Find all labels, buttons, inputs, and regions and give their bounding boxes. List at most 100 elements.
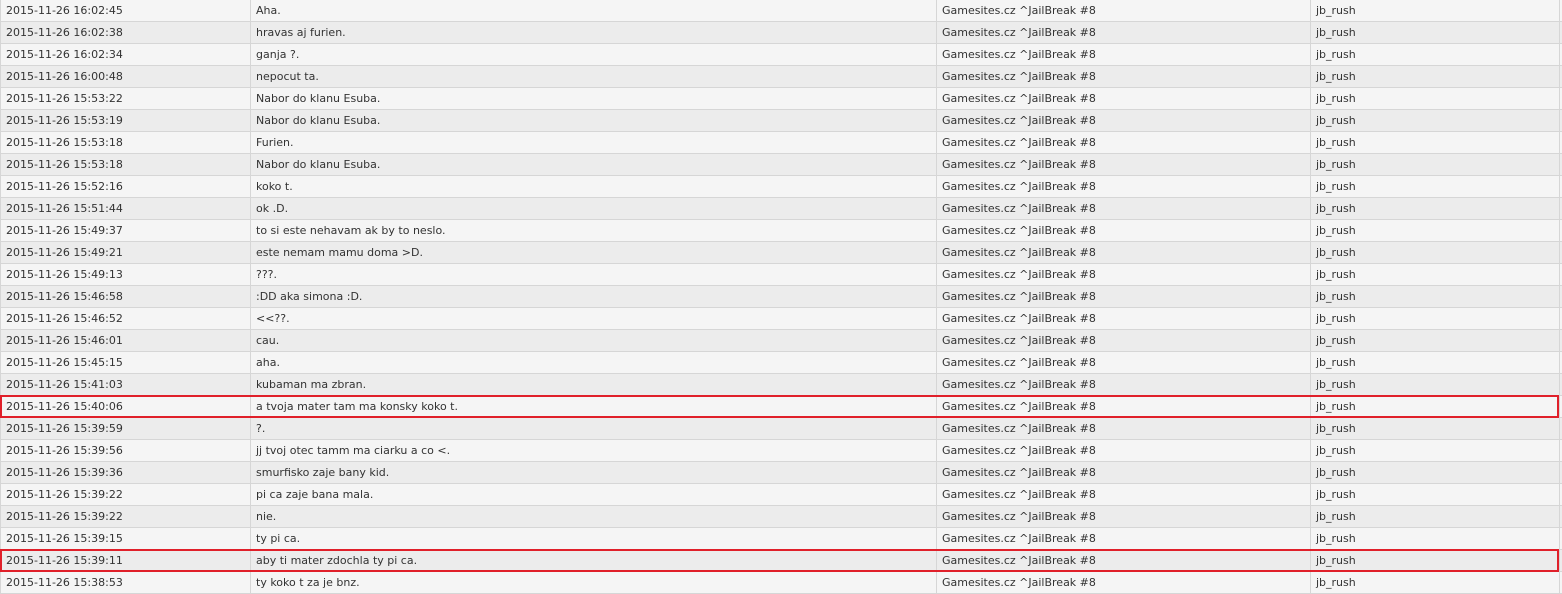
table-row: 2015-11-26 15:51:44 ok .D. Gamesites.cz ^J… bbox=[0, 198, 1562, 220]
table-row: 2015-11-26 15:39:15 ty pi ca. Gamesites.cz… bbox=[0, 528, 1562, 550]
message-cell: Aha. bbox=[250, 0, 936, 21]
timestamp-cell: 2015-11-26 15:51:44 bbox=[0, 198, 250, 219]
map-cell: jb_rush bbox=[1310, 484, 1560, 505]
map-cell: jb_rush bbox=[1310, 550, 1560, 571]
map-cell: jb_rush bbox=[1310, 286, 1560, 307]
table-row: 2015-11-26 15:53:19 Nabor do klanu Esuba.… bbox=[0, 110, 1562, 132]
map-cell: jb_rush bbox=[1310, 418, 1560, 439]
table-row: 2015-11-26 15:41:03 kubaman ma zbran. Game… bbox=[0, 374, 1562, 396]
server-cell: Gamesites.cz ^JailBreak #8 bbox=[936, 44, 1310, 65]
table-row: 2015-11-26 15:39:22 pi ca zaje bana mala.… bbox=[0, 484, 1562, 506]
map-cell: jb_rush bbox=[1310, 528, 1560, 549]
map-cell: jb_rush bbox=[1310, 66, 1560, 87]
message-cell: Furien. bbox=[250, 132, 936, 153]
message-cell: smurfisko zaje bany kid. bbox=[250, 462, 936, 483]
map-cell: jb_rush bbox=[1310, 440, 1560, 461]
map-cell: jb_rush bbox=[1310, 110, 1560, 131]
table-row: 2015-11-26 15:39:56 jj tvoj otec tamm ma … bbox=[0, 440, 1562, 462]
map-cell: jb_rush bbox=[1310, 352, 1560, 373]
server-cell: Gamesites.cz ^JailBreak #8 bbox=[936, 22, 1310, 43]
timestamp-cell: 2015-11-26 15:49:21 bbox=[0, 242, 250, 263]
message-cell: aby ti mater zdochla ty pi ca. bbox=[250, 550, 936, 571]
table-row: 2015-11-26 15:39:22 nie. Gamesites.cz ^Jai… bbox=[0, 506, 1562, 528]
server-cell: Gamesites.cz ^JailBreak #8 bbox=[936, 286, 1310, 307]
message-cell: ganja ?. bbox=[250, 44, 936, 65]
chat-log-table: 2015-11-26 16:02:45 Aha. Gamesites.cz ^Jai… bbox=[0, 0, 1562, 594]
server-cell: Gamesites.cz ^JailBreak #8 bbox=[936, 506, 1310, 527]
timestamp-cell: 2015-11-26 16:02:38 bbox=[0, 22, 250, 43]
server-cell: Gamesites.cz ^JailBreak #8 bbox=[936, 242, 1310, 263]
timestamp-cell: 2015-11-26 15:53:18 bbox=[0, 154, 250, 175]
map-cell: jb_rush bbox=[1310, 220, 1560, 241]
timestamp-cell: 2015-11-26 16:00:48 bbox=[0, 66, 250, 87]
timestamp-cell: 2015-11-26 16:02:45 bbox=[0, 0, 250, 21]
table-row: 2015-11-26 15:53:18 Nabor do klanu Esuba.… bbox=[0, 154, 1562, 176]
server-cell: Gamesites.cz ^JailBreak #8 bbox=[936, 528, 1310, 549]
table-row: 2015-11-26 15:53:22 Nabor do klanu Esuba.… bbox=[0, 88, 1562, 110]
server-cell: Gamesites.cz ^JailBreak #8 bbox=[936, 374, 1310, 395]
map-cell: jb_rush bbox=[1310, 330, 1560, 351]
timestamp-cell: 2015-11-26 15:39:56 bbox=[0, 440, 250, 461]
message-cell: Nabor do klanu Esuba. bbox=[250, 110, 936, 131]
message-cell: ???. bbox=[250, 264, 936, 285]
message-cell: nie. bbox=[250, 506, 936, 527]
message-cell: <<??. bbox=[250, 308, 936, 329]
message-cell: aha. bbox=[250, 352, 936, 373]
table-row-highlighted: 2015-11-26 15:40:06 a tvoja mater tam ma … bbox=[0, 395, 1562, 418]
message-cell: este nemam mamu doma >D. bbox=[250, 242, 936, 263]
table-row: 2015-11-26 15:39:36 smurfisko zaje bany k… bbox=[0, 462, 1562, 484]
map-cell: jb_rush bbox=[1310, 506, 1560, 527]
message-cell: to si este nehavam ak by to neslo. bbox=[250, 220, 936, 241]
server-cell: Gamesites.cz ^JailBreak #8 bbox=[936, 308, 1310, 329]
server-cell: Gamesites.cz ^JailBreak #8 bbox=[936, 176, 1310, 197]
timestamp-cell: 2015-11-26 15:39:36 bbox=[0, 462, 250, 483]
message-cell: :DD aka simona :D. bbox=[250, 286, 936, 307]
map-cell: jb_rush bbox=[1310, 154, 1560, 175]
timestamp-cell: 2015-11-26 15:39:59 bbox=[0, 418, 250, 439]
timestamp-cell: 2015-11-26 15:39:15 bbox=[0, 528, 250, 549]
timestamp-cell: 2015-11-26 16:02:34 bbox=[0, 44, 250, 65]
server-cell: Gamesites.cz ^JailBreak #8 bbox=[936, 220, 1310, 241]
server-cell: Gamesites.cz ^JailBreak #8 bbox=[936, 462, 1310, 483]
message-cell: cau. bbox=[250, 330, 936, 351]
table-row: 2015-11-26 15:49:13???. Gamesites.cz ^Jai… bbox=[0, 264, 1562, 286]
table-row: 2015-11-26 15:49:37 to si este nehavam ak… bbox=[0, 220, 1562, 242]
timestamp-cell: 2015-11-26 15:45:15 bbox=[0, 352, 250, 373]
table-row: 2015-11-26 16:02:45 Aha. Gamesites.cz ^Jai… bbox=[0, 0, 1562, 22]
map-cell: jb_rush bbox=[1310, 0, 1560, 21]
table-row: 2015-11-26 15:46:01 cau. Gamesites.cz ^Jai… bbox=[0, 330, 1562, 352]
map-cell: jb_rush bbox=[1310, 176, 1560, 197]
map-cell: jb_rush bbox=[1310, 462, 1560, 483]
timestamp-cell: 2015-11-26 15:39:22 bbox=[0, 484, 250, 505]
message-cell: ty pi ca. bbox=[250, 528, 936, 549]
map-cell: jb_rush bbox=[1310, 308, 1560, 329]
message-cell: koko t. bbox=[250, 176, 936, 197]
table-row: 2015-11-26 15:49:21 este nemam mamu doma … bbox=[0, 242, 1562, 264]
message-cell: Nabor do klanu Esuba. bbox=[250, 88, 936, 109]
server-cell: Gamesites.cz ^JailBreak #8 bbox=[936, 88, 1310, 109]
message-cell: hravas aj furien. bbox=[250, 22, 936, 43]
map-cell: jb_rush bbox=[1310, 572, 1560, 593]
message-cell: nepocut ta. bbox=[250, 66, 936, 87]
server-cell: Gamesites.cz ^JailBreak #8 bbox=[936, 0, 1310, 21]
server-cell: Gamesites.cz ^JailBreak #8 bbox=[936, 396, 1310, 417]
server-cell: Gamesites.cz ^JailBreak #8 bbox=[936, 484, 1310, 505]
table-row: 2015-11-26 16:02:38 hravas aj furien. Game… bbox=[0, 22, 1562, 44]
timestamp-cell: 2015-11-26 15:46:58 bbox=[0, 286, 250, 307]
map-cell: jb_rush bbox=[1310, 242, 1560, 263]
server-cell: Gamesites.cz ^JailBreak #8 bbox=[936, 264, 1310, 285]
server-cell: Gamesites.cz ^JailBreak #8 bbox=[936, 440, 1310, 461]
server-cell: Gamesites.cz ^JailBreak #8 bbox=[936, 352, 1310, 373]
timestamp-cell: 2015-11-26 15:49:37 bbox=[0, 220, 250, 241]
table-row: 2015-11-26 15:52:16 koko t. Gamesites.cz ^… bbox=[0, 176, 1562, 198]
table-row: 2015-11-26 15:46:52 <<??. Gamesites.cz ^Ja… bbox=[0, 308, 1562, 330]
table-row: 2015-11-26 15:38:53 ty koko t za je bnz. G… bbox=[0, 572, 1562, 594]
timestamp-cell: 2015-11-26 15:46:01 bbox=[0, 330, 250, 351]
server-cell: Gamesites.cz ^JailBreak #8 bbox=[936, 550, 1310, 571]
table-row: 2015-11-26 16:00:48 nepocut ta. Gamesites.… bbox=[0, 66, 1562, 88]
message-cell: ok .D. bbox=[250, 198, 936, 219]
timestamp-cell: 2015-11-26 15:39:22 bbox=[0, 506, 250, 527]
map-cell: jb_rush bbox=[1310, 44, 1560, 65]
message-cell: a tvoja mater tam ma konsky koko t. bbox=[250, 396, 936, 417]
server-cell: Gamesites.cz ^JailBreak #8 bbox=[936, 418, 1310, 439]
